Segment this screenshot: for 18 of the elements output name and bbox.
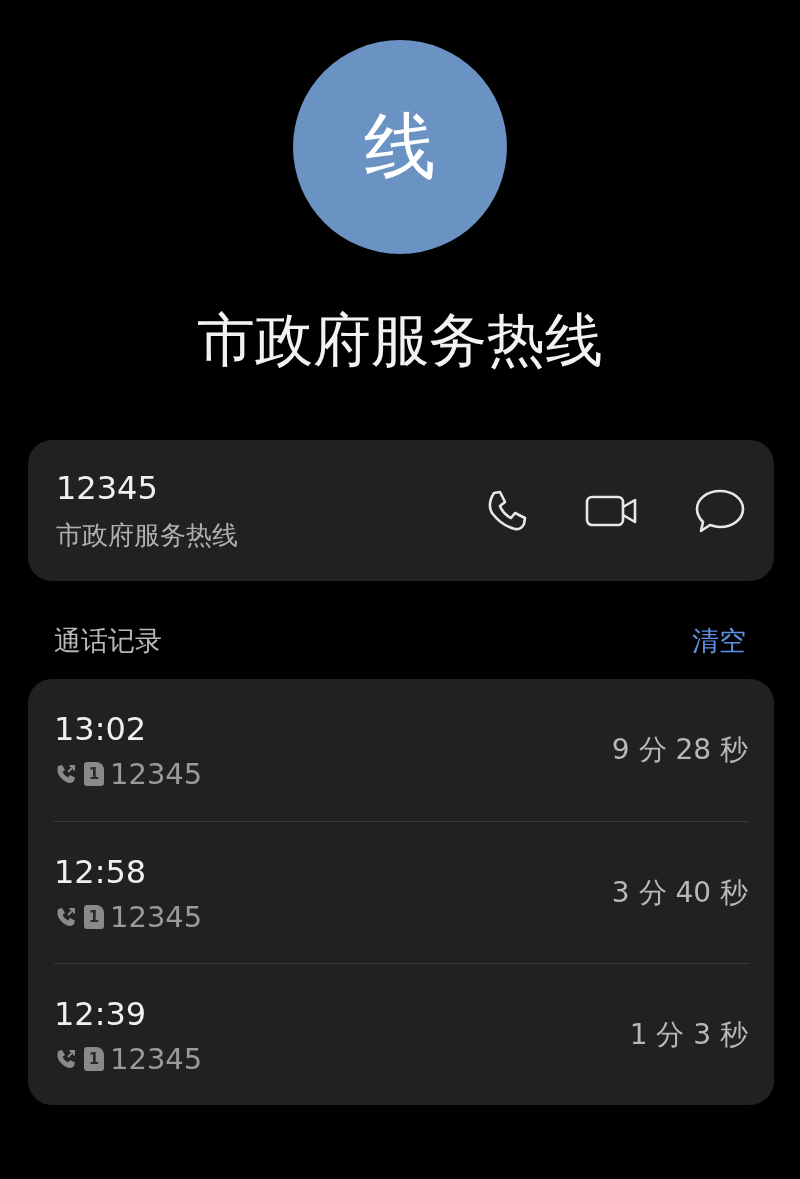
contact-name: 市政府服务热线 [197, 305, 603, 376]
sim-badge: 1 [84, 1046, 104, 1071]
call-time: 12:39 [54, 993, 148, 1034]
clear-link[interactable]: 清空 [692, 623, 746, 659]
call-number: 12345 [110, 1041, 203, 1076]
call-duration: 1 分 3 秒 [629, 1016, 748, 1053]
sim-badge: 1 [84, 762, 104, 786]
avatar-initial: 线 [364, 103, 436, 190]
call-number: 12345 [110, 757, 203, 791]
call-time: 12:58 [54, 851, 148, 892]
call-time: 13:02 [54, 709, 148, 749]
call-number: 12345 [110, 899, 203, 934]
section-title: 通话记录 [54, 624, 162, 658]
call-duration: 9 分 28 秒 [611, 732, 748, 768]
sim-badge: 1 [84, 904, 104, 929]
call-duration: 3 分 40 秒 [611, 874, 748, 911]
number-label: 市政府服务热线 [56, 519, 238, 552]
phone-number: 12345 [56, 468, 159, 508]
